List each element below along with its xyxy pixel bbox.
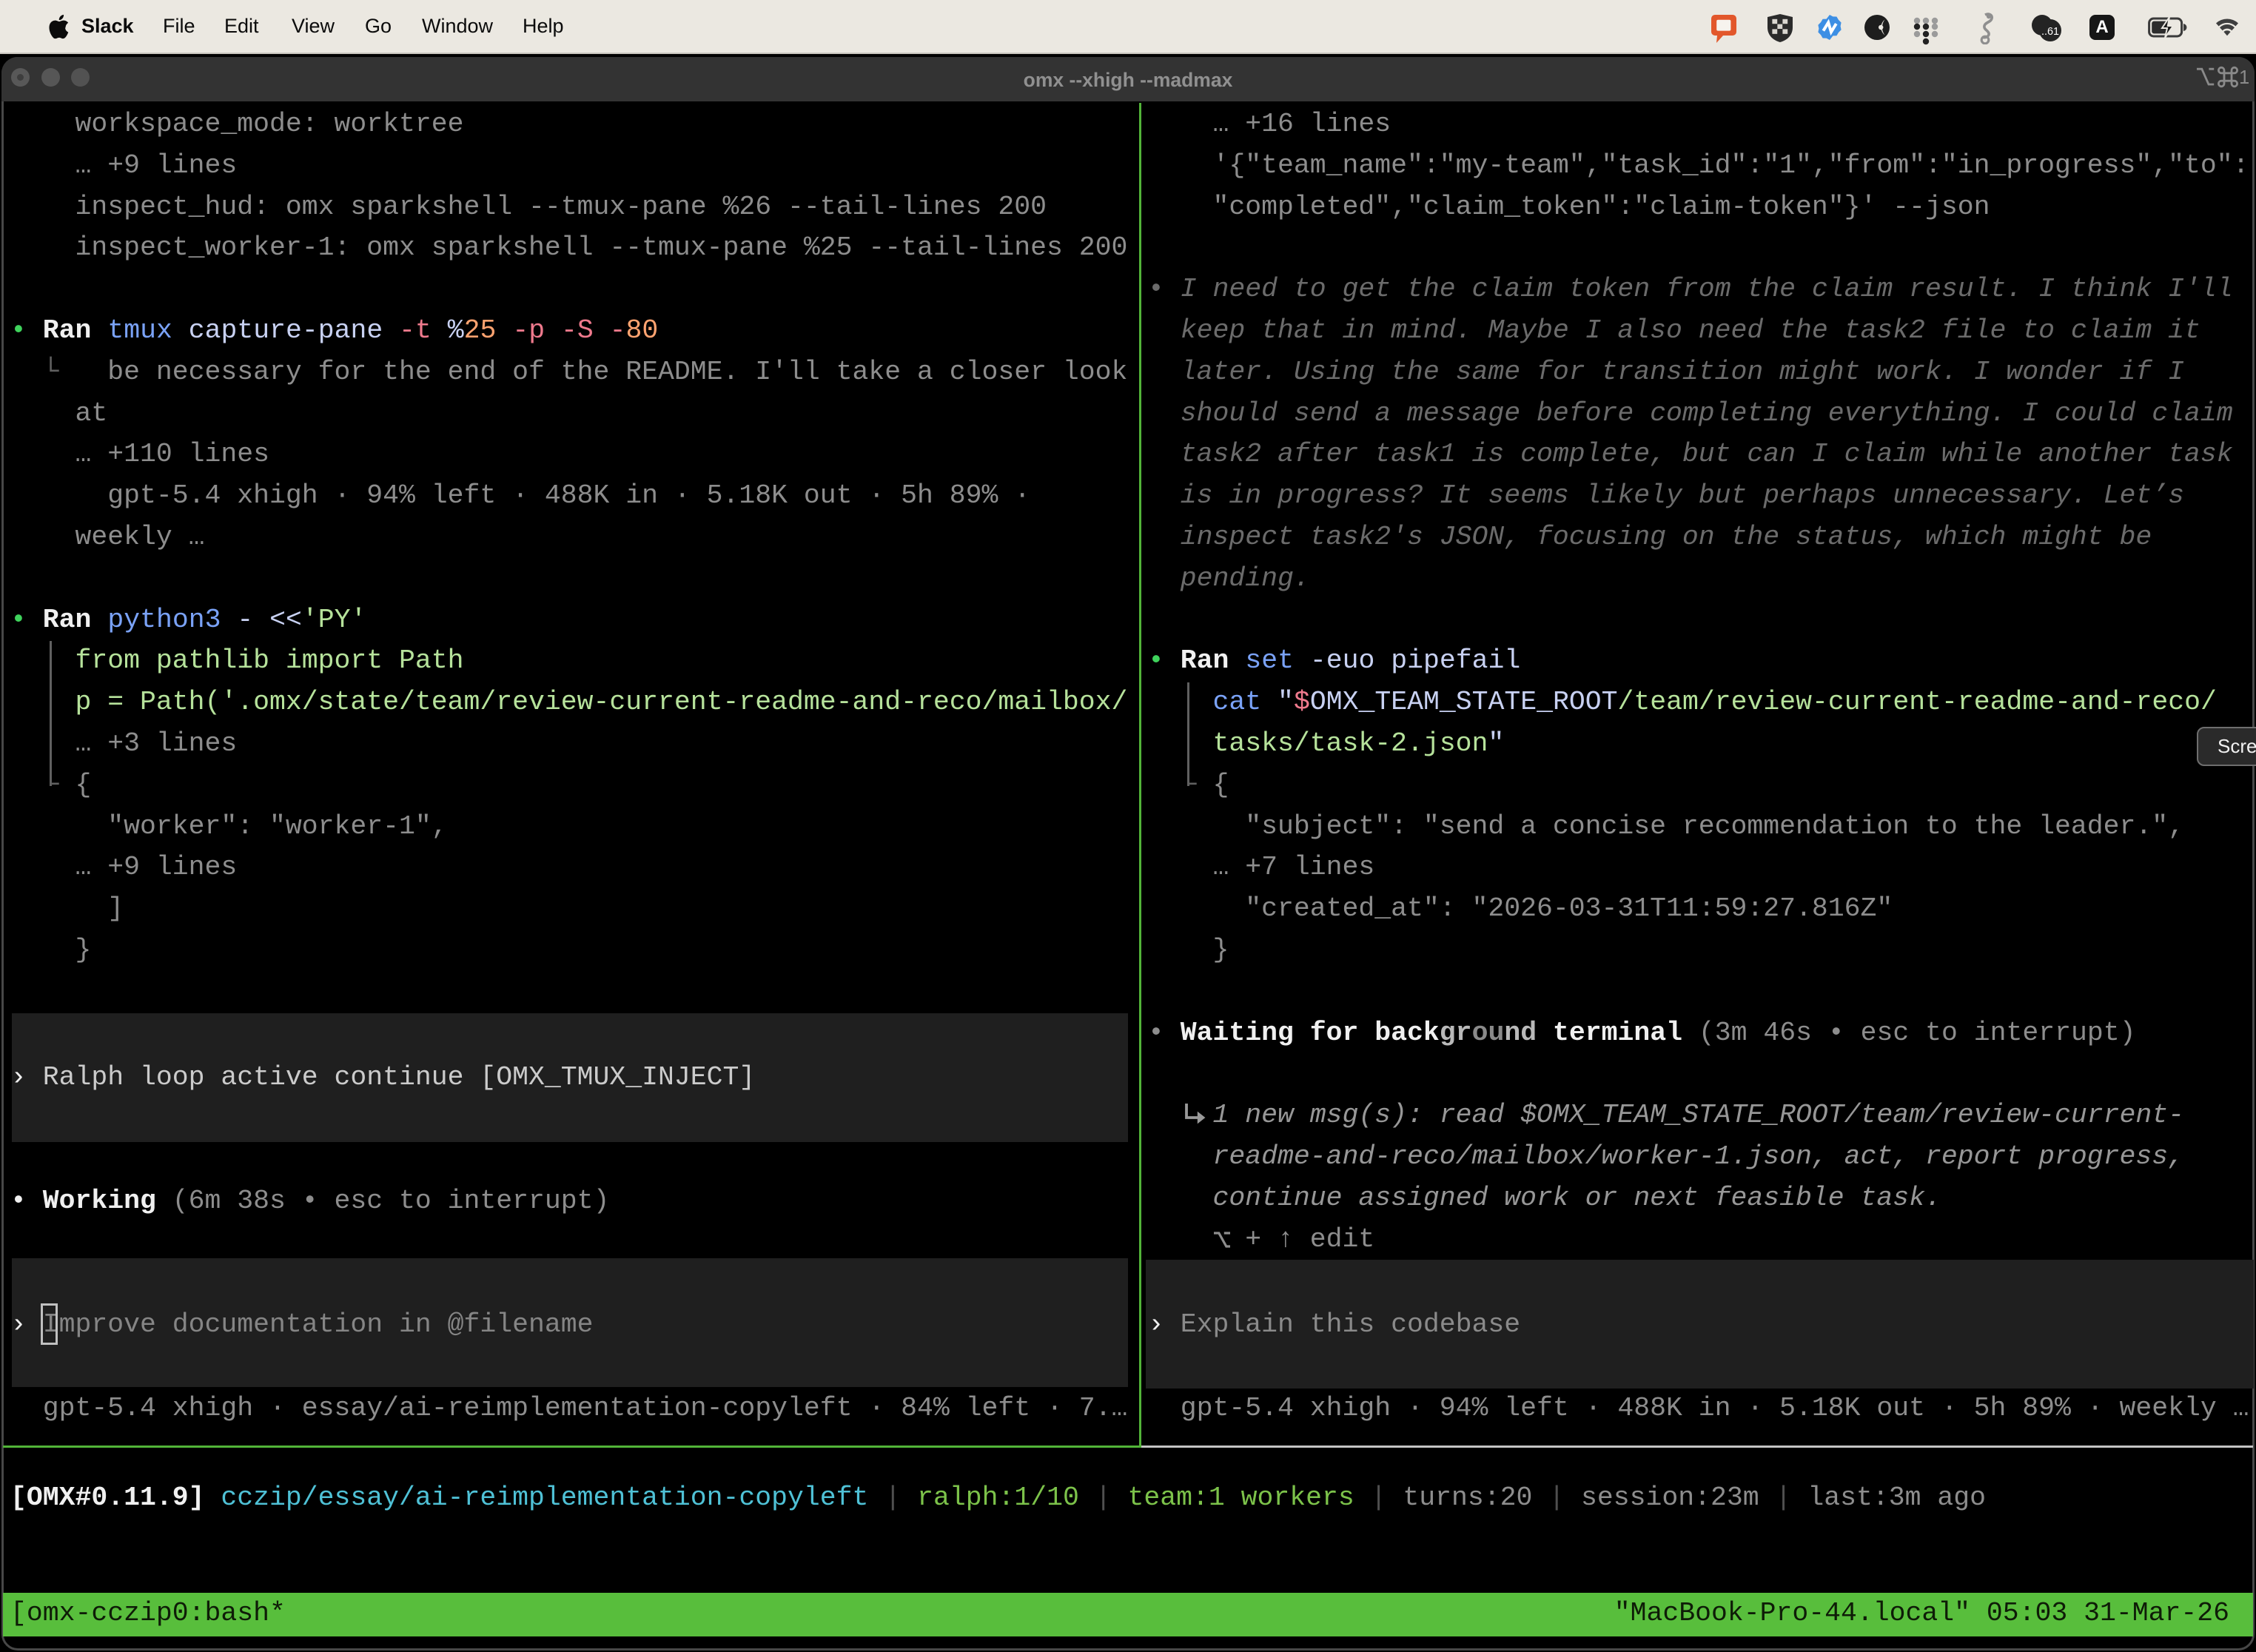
svg-text:..61: ..61: [2041, 26, 2059, 38]
svg-text:1: 1: [2239, 66, 2249, 88]
